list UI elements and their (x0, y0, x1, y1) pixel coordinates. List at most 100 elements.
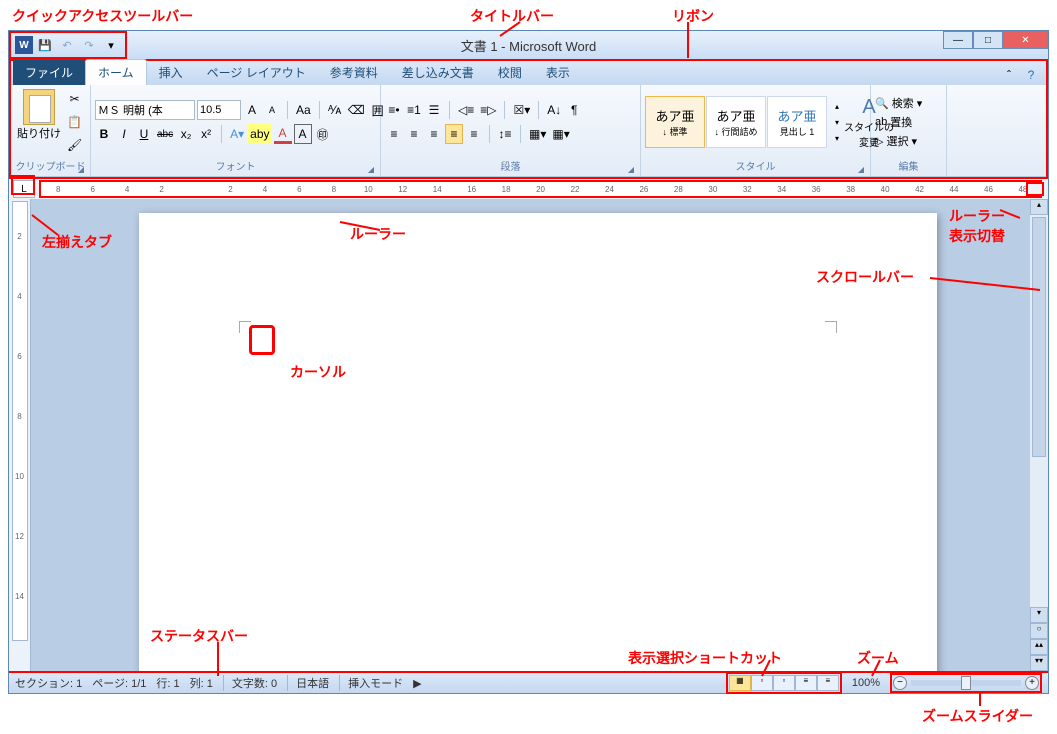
ann-cursor: カーソル (290, 362, 346, 382)
highlight-icon[interactable]: aby (248, 124, 271, 144)
select-button[interactable]: ▷選択▾ (875, 133, 922, 149)
align-left-icon[interactable]: ≡ (385, 124, 403, 144)
bullets-icon[interactable]: ≡• (385, 100, 403, 120)
vertical-ruler[interactable]: 2468101214 (9, 199, 31, 671)
view-print-layout-icon[interactable]: ▦ (729, 675, 751, 691)
tab-insert[interactable]: 挿入 (147, 60, 195, 85)
bold-button[interactable]: B (95, 124, 113, 144)
zoom-percent[interactable]: 100% (852, 677, 880, 689)
scroll-thumb[interactable] (1032, 217, 1046, 457)
styles-launcher-icon[interactable]: ◢ (858, 165, 864, 174)
zoom-in-button[interactable]: + (1025, 676, 1039, 690)
font-name-select[interactable] (95, 100, 195, 120)
view-draft-icon[interactable]: ≡ (817, 675, 839, 691)
subscript-button[interactable]: x₂ (177, 124, 195, 144)
text-effects-icon[interactable]: A▾ (228, 124, 246, 144)
shading-icon[interactable]: ▦▾ (527, 124, 548, 144)
maximize-button[interactable]: □ (973, 31, 1003, 49)
replace-button[interactable]: ab置換 (875, 114, 922, 130)
status-section[interactable]: セクション: 1 (15, 675, 82, 691)
para-launcher-icon[interactable]: ◢ (628, 165, 634, 174)
style-gallery: あア亜↓ 標準 あア亜↓ 行間詰め あア亜見出し 1 ▴ ▾ ▾ (645, 96, 842, 148)
tab-home[interactable]: ホーム (85, 59, 147, 85)
view-outline-icon[interactable]: ≡ (795, 675, 817, 691)
status-words[interactable]: 文字数: 0 (223, 675, 277, 691)
zoom-slider[interactable] (911, 680, 1021, 686)
font-launcher-icon[interactable]: ◢ (368, 165, 374, 174)
clipboard-launcher-icon[interactable]: ◢ (78, 165, 84, 174)
scroll-up-icon[interactable]: ▴ (1030, 199, 1048, 215)
show-marks-icon[interactable]: ¶ (565, 100, 583, 120)
style-normal[interactable]: あア亜↓ 標準 (645, 96, 705, 148)
distribute-icon[interactable]: ≡ (465, 124, 483, 144)
view-web-icon[interactable]: ▫ (773, 675, 795, 691)
change-case-icon[interactable]: Aa (294, 100, 313, 120)
find-button[interactable]: 🔍検索▾ (875, 95, 922, 111)
view-fullscreen-icon[interactable]: ▫ (751, 675, 773, 691)
status-language[interactable]: 日本語 (287, 675, 329, 691)
superscript-button[interactable]: x² (197, 124, 215, 144)
underline-button[interactable]: U (135, 124, 153, 144)
status-page[interactable]: ページ: 1/1 (92, 675, 146, 691)
style-heading1[interactable]: あア亜見出し 1 (767, 96, 827, 148)
line-spacing-icon[interactable]: ↕≡ (496, 124, 514, 144)
justify-icon[interactable]: ≡ (445, 124, 463, 144)
grow-font-icon[interactable]: A (243, 100, 261, 120)
clear-format-icon[interactable]: ⌫ (346, 100, 367, 120)
tab-references[interactable]: 参考資料 (318, 60, 390, 85)
status-line[interactable]: 行: 1 (156, 675, 179, 691)
word-window: W 💾 ↶ ↷ ▾ 文書 1 - Microsoft Word — □ ✕ ファ… (8, 30, 1049, 694)
format-painter-icon[interactable]: 🖌 (65, 135, 84, 155)
sort-icon[interactable]: A↓ (545, 100, 563, 120)
undo-icon[interactable]: ↶ (57, 35, 77, 55)
paste-button[interactable]: 貼り付け (15, 89, 63, 155)
multilevel-icon[interactable]: ☰ (425, 100, 443, 120)
style-nospace[interactable]: あア亜↓ 行間詰め (706, 96, 766, 148)
tab-mailings[interactable]: 差し込み文書 (390, 60, 486, 85)
tab-file[interactable]: ファイル (13, 60, 85, 85)
status-column[interactable]: 列: 1 (190, 675, 213, 691)
tab-layout[interactable]: ページ レイアウト (195, 60, 318, 85)
ruler-toggle-button[interactable] (1026, 182, 1044, 196)
char-border-icon[interactable]: A (294, 124, 312, 144)
vertical-scrollbar[interactable]: ▴ ▾ ○ ▴▴ ▾▾ (1030, 199, 1048, 671)
zoom-slider-thumb[interactable] (961, 676, 971, 690)
scroll-down-icon[interactable]: ▾ (1030, 607, 1048, 623)
cut-icon[interactable]: ✂ (65, 89, 84, 109)
ruler-area: L 86422468101214161820222426283032343638… (9, 179, 1048, 199)
qat-dropdown-icon[interactable]: ▾ (101, 35, 121, 55)
next-page-icon[interactable]: ▾▾ (1030, 655, 1048, 671)
indent-increase-icon[interactable]: ≡▷ (478, 100, 498, 120)
zoom-out-button[interactable]: − (893, 676, 907, 690)
copy-icon[interactable]: 📋 (65, 112, 84, 132)
help-icon[interactable]: ? (1022, 65, 1040, 85)
font-color-icon[interactable]: A (274, 124, 292, 144)
ruby-icon[interactable]: ᴬ⁄ᴀ (326, 100, 344, 120)
minimize-ribbon-icon[interactable]: ˆ (1000, 65, 1018, 85)
prev-page-icon[interactable]: ▴▴ (1030, 639, 1048, 655)
ltr-icon[interactable]: ☒▾ (511, 100, 532, 120)
redo-icon[interactable]: ↷ (79, 35, 99, 55)
status-macro-icon[interactable]: ▶ (413, 677, 421, 690)
italic-button[interactable]: I (115, 124, 133, 144)
shrink-font-icon[interactable]: A (263, 100, 281, 120)
indent-decrease-icon[interactable]: ◁≡ (456, 100, 476, 120)
borders-icon[interactable]: ▦▾ (550, 124, 571, 144)
horizontal-ruler[interactable]: 8642246810121416182022242628303234363840… (39, 180, 1042, 198)
tab-view[interactable]: 表示 (534, 60, 582, 85)
word-icon[interactable]: W (15, 36, 33, 54)
close-button[interactable]: ✕ (1003, 31, 1048, 49)
status-insert-mode[interactable]: 挿入モード (339, 675, 403, 691)
tab-review[interactable]: 校閲 (486, 60, 534, 85)
align-center-icon[interactable]: ≡ (405, 124, 423, 144)
save-icon[interactable]: 💾 (35, 35, 55, 55)
zoom-controls: − + (890, 673, 1042, 693)
enclose-circle-icon[interactable]: ㊞ (314, 124, 332, 144)
minimize-button[interactable]: — (943, 31, 973, 49)
strike-button[interactable]: abc (155, 124, 175, 144)
numbering-icon[interactable]: ≡1 (405, 100, 423, 120)
align-right-icon[interactable]: ≡ (425, 124, 443, 144)
group-label-font: フォント◢ (95, 157, 376, 174)
browse-object-icon[interactable]: ○ (1030, 623, 1048, 639)
font-size-select[interactable] (197, 100, 241, 120)
